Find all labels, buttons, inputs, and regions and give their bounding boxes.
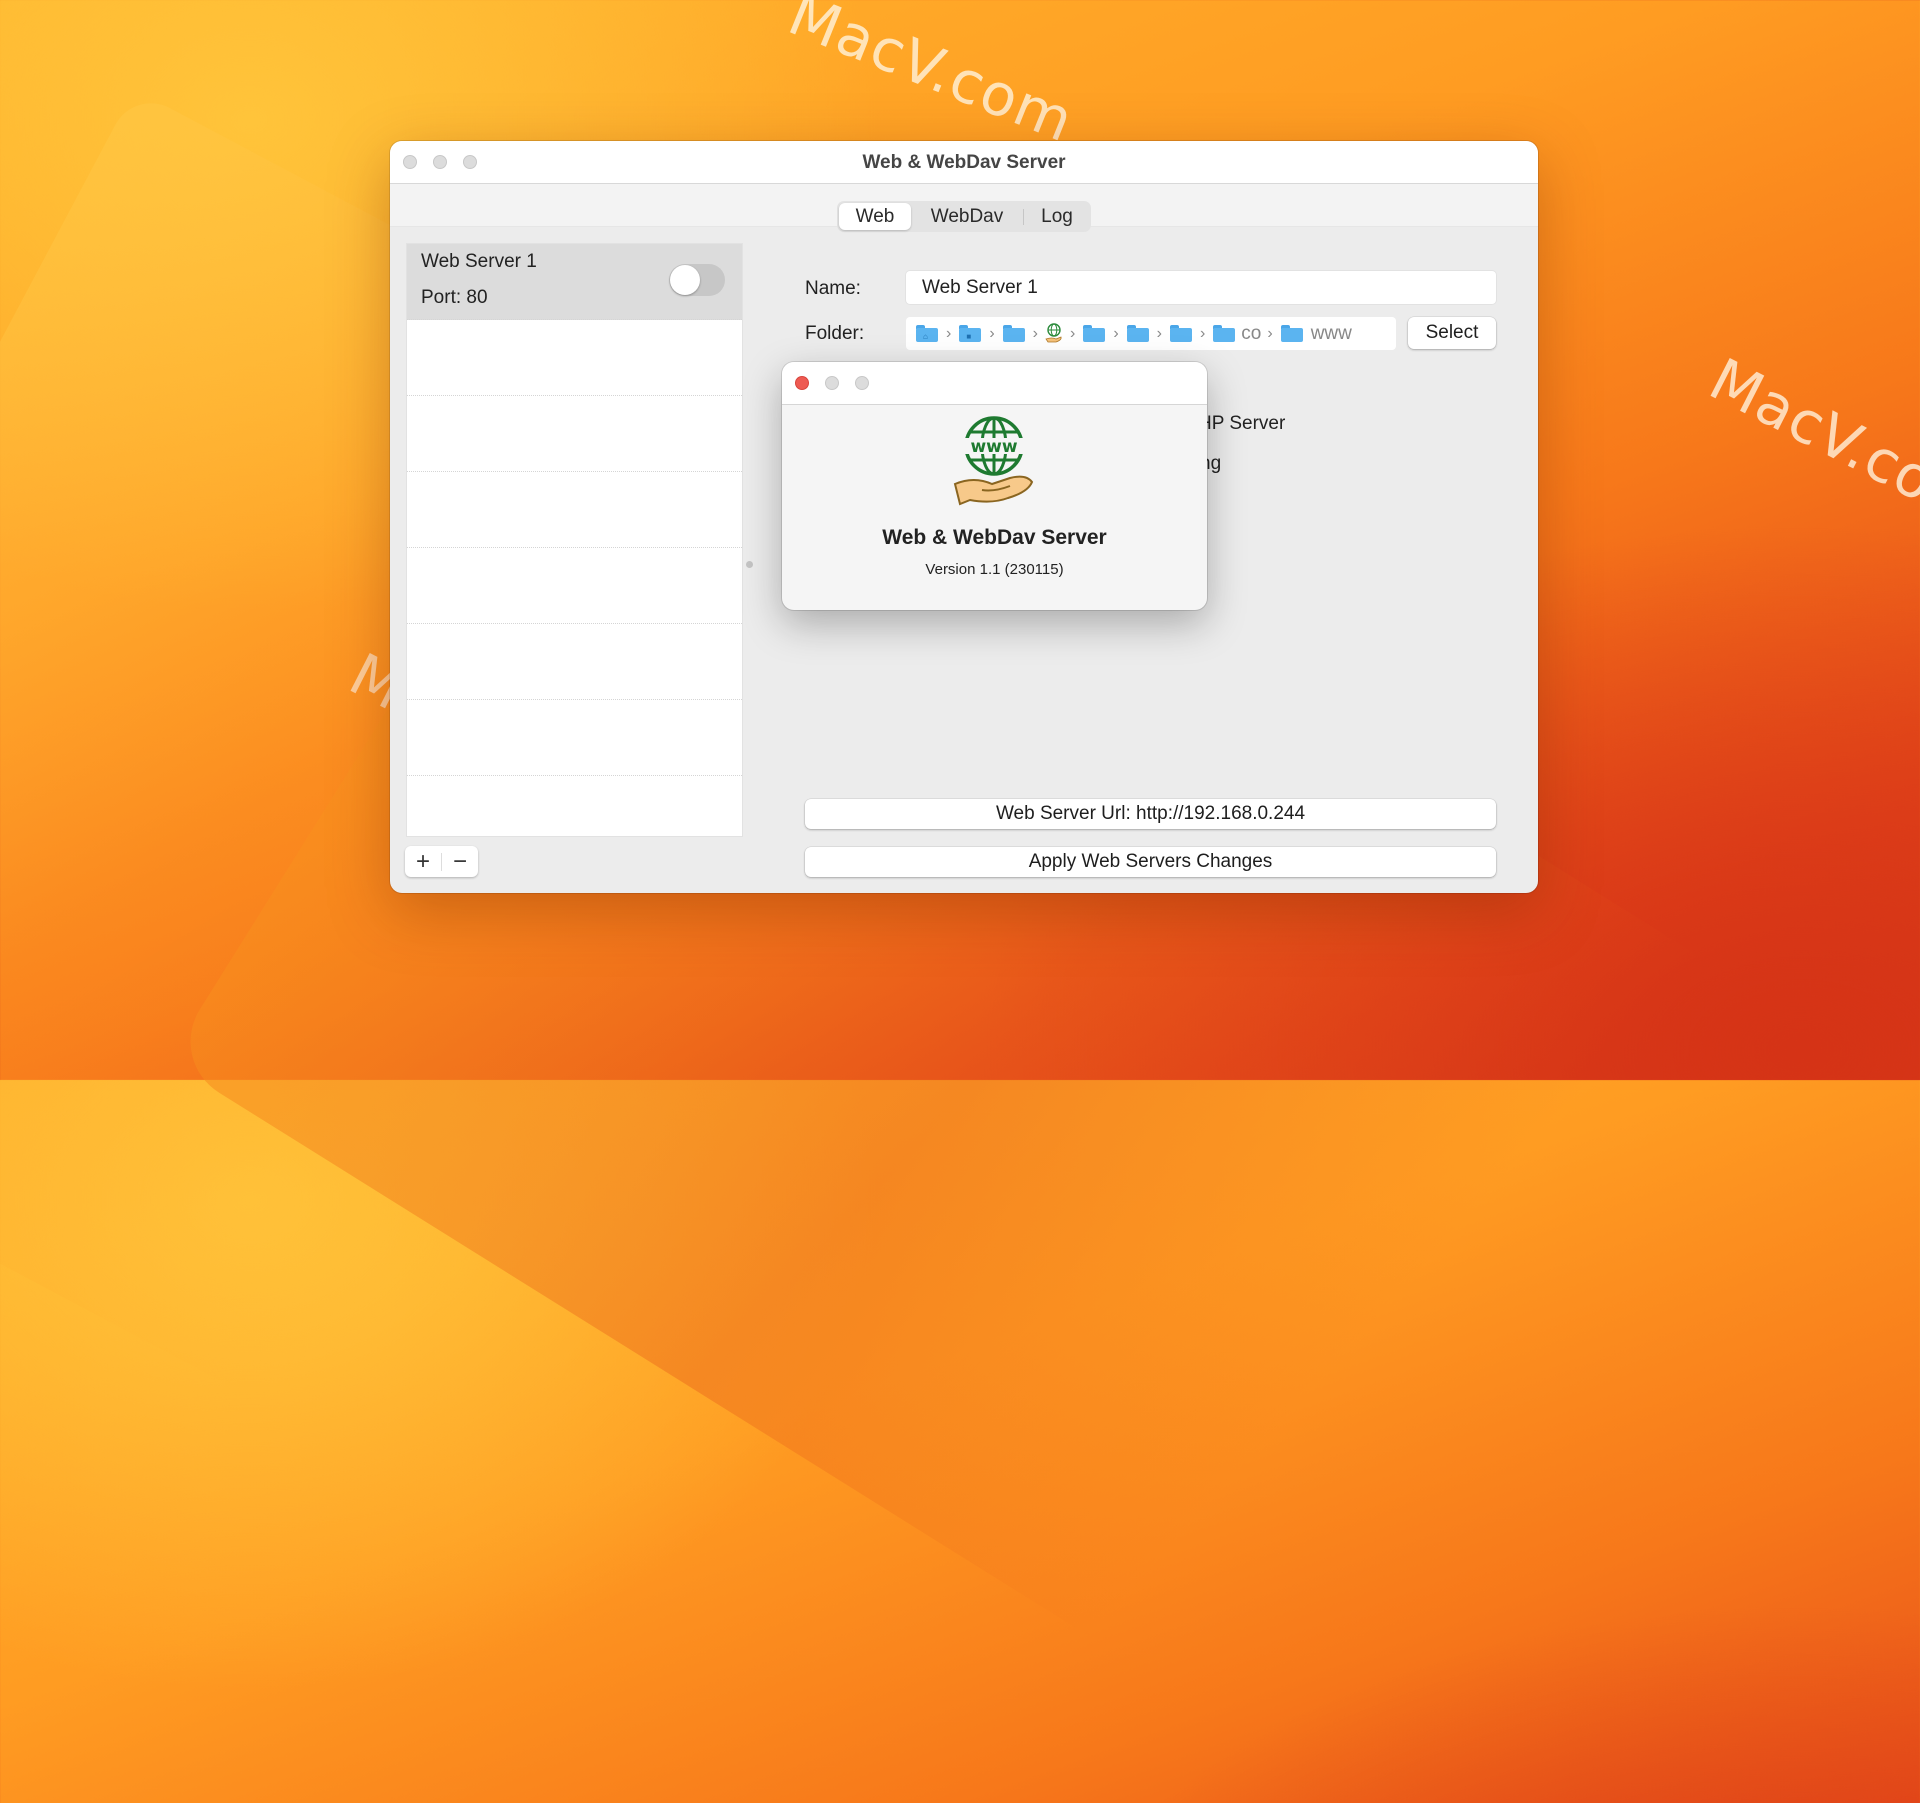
- empty-row: [407, 624, 742, 700]
- chevron-right-icon: ›: [1267, 324, 1273, 342]
- window-title: Web & WebDav Server: [862, 152, 1066, 173]
- select-folder-button[interactable]: Select: [1408, 317, 1496, 349]
- empty-row: [407, 700, 742, 776]
- folder-icon: [1280, 325, 1303, 342]
- path-component[interactable]: co: [1211, 323, 1261, 345]
- empty-row: [407, 472, 742, 548]
- app-icon: [1045, 322, 1062, 342]
- about-close-button[interactable]: [795, 376, 809, 390]
- server-list-item[interactable]: Web Server 1 Port: 80: [407, 244, 742, 320]
- empty-row: [407, 320, 742, 396]
- split-view-handle[interactable]: [746, 561, 753, 568]
- add-server-button[interactable]: +: [405, 846, 441, 877]
- path-component[interactable]: [1168, 325, 1194, 342]
- name-field[interactable]: Web Server 1: [906, 271, 1496, 304]
- path-component-label: co: [1241, 322, 1262, 344]
- tab-log[interactable]: Log: [1024, 203, 1090, 230]
- apply-changes-button[interactable]: Apply Web Servers Changes: [805, 847, 1496, 877]
- name-label: Name:: [805, 278, 861, 299]
- server-port: Port: 80: [421, 287, 488, 308]
- web-server-url-button[interactable]: Web Server Url: http://192.168.0.244: [805, 799, 1496, 829]
- user-folder-icon: ■: [959, 325, 982, 342]
- watermark: MacV.com: [779, 0, 1084, 156]
- path-component[interactable]: ⌂: [914, 325, 940, 342]
- about-version: Version 1.1 (230115): [925, 561, 1064, 578]
- add-remove-control: + −: [405, 846, 478, 877]
- folder-label: Folder:: [805, 323, 865, 344]
- chevron-right-icon: ›: [1069, 324, 1076, 342]
- tab-webdav[interactable]: WebDav: [911, 203, 1023, 230]
- about-zoom-button: [855, 376, 869, 390]
- about-dialog: www Web & WebDav Server Version 1.1 (230…: [782, 362, 1207, 610]
- about-minimize-button: [825, 376, 839, 390]
- folder-icon: [1002, 325, 1025, 342]
- path-component-label: www: [1310, 322, 1352, 344]
- about-app-name: Web & WebDav Server: [882, 526, 1107, 549]
- path-component[interactable]: [1001, 325, 1027, 342]
- path-component[interactable]: [1125, 325, 1151, 342]
- chevron-right-icon: ›: [946, 324, 952, 342]
- svg-text:www: www: [970, 437, 1017, 457]
- toggle-knob: [670, 265, 700, 295]
- chevron-right-icon: ›: [1199, 324, 1206, 342]
- path-component[interactable]: ■: [957, 325, 983, 342]
- server-name: Web Server 1: [421, 251, 537, 272]
- folder-icon: [1126, 325, 1149, 342]
- folder-icon: [1083, 325, 1106, 342]
- chevron-right-icon: ›: [1113, 324, 1119, 342]
- about-title-bar[interactable]: [782, 362, 1207, 405]
- path-component[interactable]: [1044, 322, 1064, 345]
- watermark: MacV.com: [1699, 345, 1920, 542]
- folder-path-control[interactable]: ⌂ › ■ › › › › › › co › www: [906, 317, 1396, 350]
- remove-server-button[interactable]: −: [442, 846, 478, 877]
- server-list[interactable]: Web Server 1 Port: 80: [406, 243, 743, 837]
- path-component[interactable]: [1081, 325, 1107, 342]
- chevron-right-icon: ›: [1032, 324, 1038, 342]
- empty-row: [407, 396, 742, 472]
- app-logo-icon: www: [953, 416, 1034, 506]
- folder-icon: [1213, 325, 1236, 342]
- chevron-right-icon: ›: [1156, 324, 1162, 342]
- php-server-option-label: HP Server: [1198, 413, 1286, 434]
- server-enable-toggle[interactable]: [669, 264, 725, 296]
- empty-row: [407, 548, 742, 624]
- folder-icon: [1169, 325, 1192, 342]
- chevron-right-icon: ›: [989, 324, 995, 342]
- path-component[interactable]: www: [1279, 323, 1352, 345]
- tab-bar: Web WebDav Log: [837, 201, 1091, 232]
- title-bar[interactable]: Web & WebDav Server: [390, 141, 1538, 184]
- home-folder-icon: ⌂: [916, 325, 938, 342]
- tab-web[interactable]: Web: [839, 203, 911, 230]
